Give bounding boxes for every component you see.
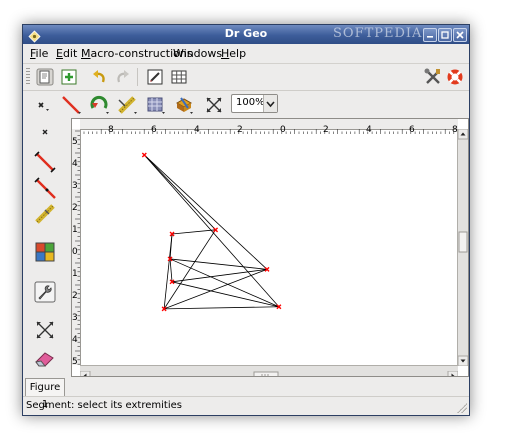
- figure-segment[interactable]: [163, 268, 268, 310]
- figure-segment[interactable]: [170, 258, 268, 270]
- v-ruler-label: 0: [72, 247, 78, 257]
- segment-icon[interactable]: [33, 150, 56, 173]
- numeric-menu-icon[interactable]: [117, 94, 137, 114]
- eraser-icon[interactable]: [33, 346, 54, 367]
- vertical-ruler: 5 4 3 2 1 0 1 2 3 4 5: [72, 129, 81, 367]
- figure-point[interactable]: [141, 152, 147, 158]
- grid-icon[interactable]: [169, 67, 189, 87]
- maximize-icon[interactable]: [438, 28, 452, 42]
- status-bar: Segment: select its extremities: [23, 396, 469, 415]
- half-line-icon[interactable]: [33, 176, 56, 199]
- figure-segment[interactable]: [144, 154, 268, 270]
- menu-file[interactable]: File: [30, 47, 48, 60]
- figure-segment[interactable]: [163, 229, 216, 310]
- macro-menu-icon[interactable]: [145, 94, 165, 114]
- line-menu-icon[interactable]: [61, 94, 81, 114]
- open-icon[interactable]: [59, 67, 79, 87]
- v-ruler-label: 5: [72, 137, 78, 147]
- v-ruler-label: 4: [72, 335, 78, 345]
- figure-tabs: Figure 1: [23, 377, 469, 410]
- chevron-down-icon[interactable]: [263, 95, 277, 112]
- main-toolbar: [23, 63, 469, 91]
- minimize-icon[interactable]: [423, 28, 437, 42]
- menu-bar: File Edit Macro-constructions Windows He…: [23, 44, 469, 64]
- close-icon[interactable]: [453, 28, 467, 42]
- tools-icon[interactable]: [423, 67, 443, 87]
- v-ruler-label: 2: [72, 291, 78, 301]
- horizontal-scrollbar[interactable]: [79, 365, 459, 376]
- figure-segment[interactable]: [171, 229, 216, 235]
- vertical-scrollbar[interactable]: [457, 128, 468, 367]
- title-bar[interactable]: Dr Geo SOFTPEDIA: [23, 25, 469, 44]
- script-icon[interactable]: [33, 280, 56, 303]
- v-ruler-label: 2: [72, 203, 78, 213]
- transformation-menu-icon[interactable]: [89, 94, 109, 114]
- status-text: Segment: select its extremities: [26, 400, 182, 411]
- script-menu-icon[interactable]: [173, 94, 193, 114]
- watermark-text: SOFTPEDIA: [333, 26, 423, 41]
- undo-icon[interactable]: [89, 67, 109, 87]
- v-ruler-label: 3: [72, 313, 78, 323]
- zoom-value: 100%: [236, 97, 265, 108]
- v-ruler-label: 3: [72, 181, 78, 191]
- vector-icon[interactable]: [33, 202, 55, 224]
- figure-segment[interactable]: [169, 258, 173, 282]
- v-ruler-label: 1: [72, 225, 78, 235]
- toolbar-separator: [137, 68, 138, 86]
- polygon-icon[interactable]: [33, 240, 55, 262]
- geometry-drawing[interactable]: [81, 130, 457, 365]
- point-menu-icon[interactable]: [33, 95, 53, 115]
- figure-segment[interactable]: [171, 268, 268, 283]
- help-lifebuoy-icon[interactable]: [445, 67, 465, 87]
- v-ruler-label: 4: [72, 159, 78, 169]
- intersection-icon[interactable]: [33, 318, 54, 339]
- figure-segment[interactable]: [144, 154, 280, 308]
- figure-segment[interactable]: [164, 306, 279, 310]
- toolbar-grip[interactable]: [26, 68, 30, 86]
- tool-sidebar: [23, 118, 71, 376]
- v-ruler-label: 1: [72, 269, 78, 279]
- tab-figure-1[interactable]: Figure 1: [25, 378, 65, 410]
- figure-canvas[interactable]: 864202468 5 4 3 2 1 0 1 2 3 4 5: [71, 118, 469, 377]
- menu-edit[interactable]: Edit: [56, 47, 77, 60]
- edit-style-icon[interactable]: [145, 67, 165, 87]
- redo-icon[interactable]: [113, 67, 133, 87]
- new-figure-icon[interactable]: [35, 67, 55, 87]
- horizontal-ruler: 864202468: [80, 119, 458, 135]
- app-window: Dr Geo SOFTPEDIA File Edit Macro-constru…: [22, 24, 470, 416]
- figure-segment[interactable]: [169, 258, 280, 308]
- menu-help[interactable]: Help: [221, 47, 246, 60]
- move-icon[interactable]: [203, 94, 223, 114]
- figure-segment[interactable]: [144, 154, 216, 231]
- zoom-select[interactable]: 100%: [231, 94, 278, 113]
- free-point-icon[interactable]: [35, 122, 55, 142]
- menu-windows[interactable]: Windows: [173, 47, 222, 60]
- v-ruler-label: 5: [72, 357, 78, 365]
- resize-grip[interactable]: [457, 403, 467, 413]
